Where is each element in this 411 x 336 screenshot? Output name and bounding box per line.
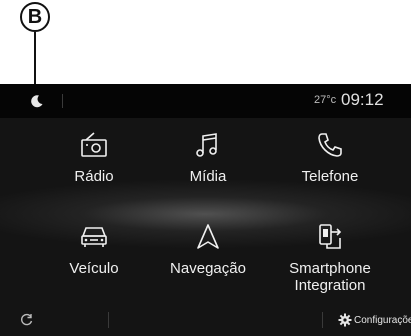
app-label-vehicle: Veículo (69, 260, 119, 277)
moon-icon[interactable] (30, 94, 44, 108)
smartphone-projection-icon (319, 224, 342, 249)
settings-button[interactable]: Configuraçõe (338, 313, 411, 327)
gear-icon (338, 313, 352, 327)
bottom-divider-left (108, 312, 109, 328)
status-divider (62, 94, 63, 108)
app-tile-media[interactable]: Mídia (148, 130, 268, 185)
app-label-media: Mídia (189, 168, 227, 185)
callout-label-b: B (20, 2, 50, 32)
phone-icon (318, 133, 342, 157)
settings-label: Configuraçõe (354, 314, 411, 326)
temperature-readout: 27°c (314, 94, 337, 106)
radio-icon (81, 132, 107, 157)
app-label-radio: Rádio (74, 168, 114, 185)
infotainment-screen: 27°c 09:12 Rádio Mídia Telefone Veículo … (0, 84, 411, 336)
bottom-bar: Configuraçõe (0, 306, 411, 336)
app-label-phone: Telefone (301, 168, 359, 185)
car-icon (81, 227, 107, 247)
app-tile-navigation[interactable]: Navegação (148, 222, 268, 277)
app-tile-phone[interactable]: Telefone (270, 130, 390, 185)
app-label-navigation: Navegação (170, 260, 246, 277)
app-tile-vehicle[interactable]: Veículo (34, 222, 154, 277)
callout-letter: B (27, 5, 43, 28)
app-tile-radio[interactable]: Rádio (34, 130, 154, 185)
bottom-divider-right (322, 312, 323, 328)
refresh-icon[interactable] (20, 312, 34, 326)
app-label-smartphone-integration: Smartphone Integration (289, 260, 371, 294)
status-bar: 27°c 09:12 (0, 84, 411, 118)
app-tile-smartphone-integration[interactable]: Smartphone Integration (270, 222, 390, 294)
navigation-arrow-icon (197, 224, 219, 249)
music-note-icon (196, 133, 217, 157)
clock: 09:12 (341, 90, 384, 109)
